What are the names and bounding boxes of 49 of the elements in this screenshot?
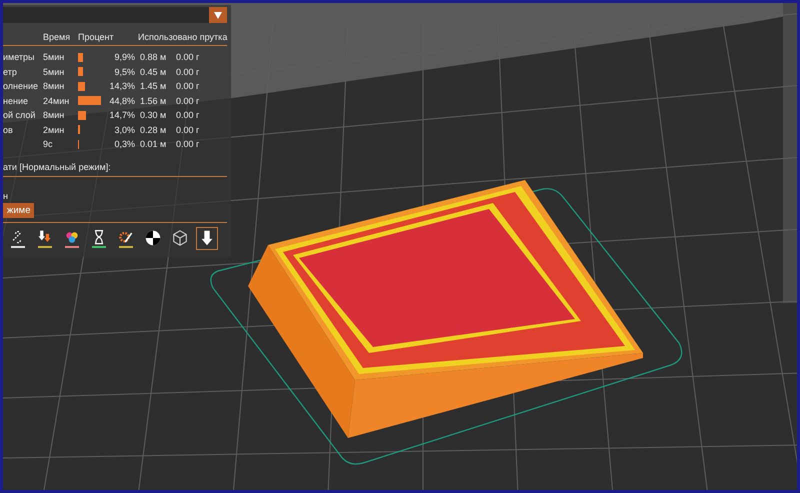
percent-value: 9,5% bbox=[113, 66, 135, 77]
length-value: 0.45 м bbox=[140, 66, 168, 77]
length-value: 1.45 м bbox=[140, 81, 168, 92]
weight-value: 0.00 г bbox=[176, 66, 200, 77]
weight-value: 0.00 г bbox=[176, 81, 200, 92]
percent-bar bbox=[78, 82, 86, 91]
weight-value: 0.00 г bbox=[176, 124, 200, 135]
mode-value: н bbox=[3, 190, 9, 200]
weight-value: 0.00 г bbox=[176, 96, 200, 106]
feature-name: олнение bbox=[3, 81, 38, 92]
time-value: 5мин bbox=[43, 66, 66, 77]
percent-value: 9,9% bbox=[113, 52, 135, 62]
feature-name: ов bbox=[3, 124, 13, 135]
percent-value: 14,7% bbox=[108, 110, 135, 120]
length-value: 0.88 м bbox=[140, 52, 168, 62]
percent-value: 44,8% bbox=[108, 96, 135, 106]
time-value: 8мин bbox=[43, 110, 66, 120]
length-value: 1.56 м bbox=[140, 96, 168, 106]
percent-bar bbox=[78, 110, 86, 120]
time-value: 2мин bbox=[43, 124, 66, 135]
length-value: 0.28 м bbox=[140, 124, 168, 135]
percent-bar bbox=[78, 96, 102, 106]
column-header: Время bbox=[43, 32, 72, 42]
weight-value: 0.00 г bbox=[176, 52, 200, 62]
feature-name: ой слой bbox=[3, 110, 36, 120]
percent-value: 3,0% bbox=[113, 124, 135, 135]
view-type-dropdown[interactable] bbox=[3, 7, 227, 23]
percent-bar bbox=[78, 52, 84, 62]
time-value: 9с bbox=[43, 139, 54, 150]
column-header: Процент bbox=[78, 32, 115, 42]
weight-value: 0.00 г bbox=[176, 110, 200, 120]
percent-bar bbox=[78, 67, 83, 76]
time-value: 5мин bbox=[43, 52, 66, 62]
mode-title: ати [Нормальный режим]: bbox=[3, 162, 112, 172]
weight-value: 0.00 г bbox=[176, 139, 200, 150]
time-value: 8мин bbox=[43, 81, 66, 92]
time-value: 24мин bbox=[43, 96, 70, 106]
feature-name: нение bbox=[3, 96, 28, 106]
mode-button[interactable]: жиме bbox=[3, 202, 34, 218]
cube-icon bbox=[171, 228, 189, 246]
length-value: 0.01 м bbox=[140, 139, 168, 150]
target-icon bbox=[144, 228, 162, 246]
feature-name: иметры bbox=[3, 52, 35, 62]
length-value: 0.30 м bbox=[140, 110, 168, 120]
percent-value: 0,3% bbox=[113, 139, 135, 150]
feature-name: етр bbox=[3, 66, 17, 77]
percent-value: 14,3% bbox=[108, 81, 135, 92]
toolbar-button[interactable] bbox=[196, 226, 218, 250]
column-header: Использовано прутка bbox=[138, 32, 228, 42]
